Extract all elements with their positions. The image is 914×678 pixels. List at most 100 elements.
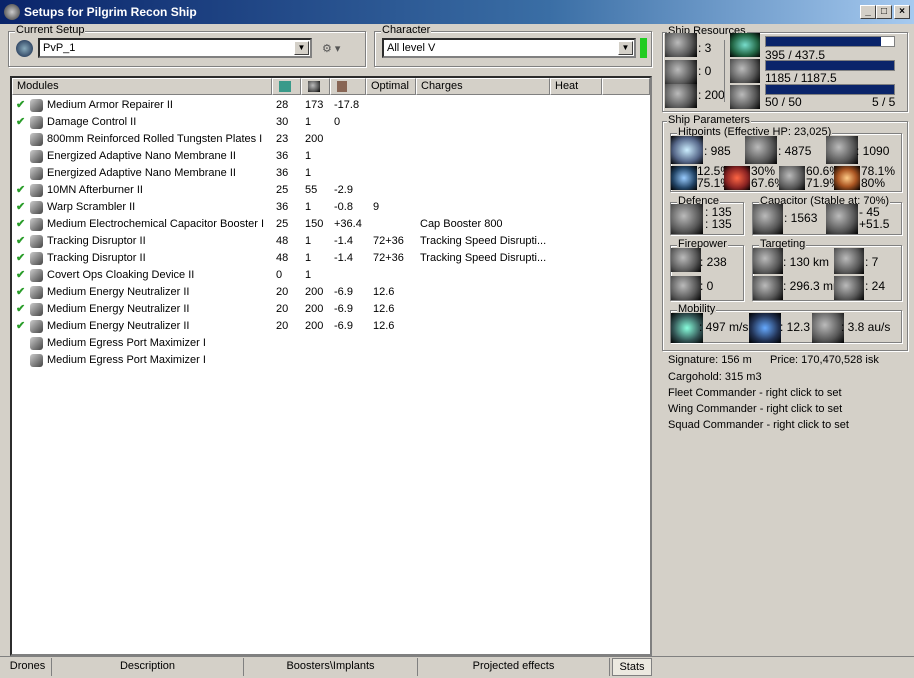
dps-value: : 238 [700, 255, 727, 269]
kinetic-resist-icon [779, 166, 805, 190]
module-row[interactable]: Energized Adaptive Nano Membrane II 36 1 [12, 165, 650, 182]
tab-projected-effects[interactable]: Projected effects [418, 658, 610, 676]
group-label: Character [381, 24, 432, 36]
module-row[interactable]: ✔ Damage Control II 30 1 0 [12, 114, 650, 131]
module-cpu: 0 [276, 269, 283, 281]
module-cpu: 28 [276, 99, 289, 111]
module-capacitor: -0.8 [334, 201, 353, 213]
module-capacitor: -6.9 [334, 320, 353, 332]
module-row[interactable]: Medium Egress Port Maximizer I [12, 352, 650, 369]
character-value: All level V [387, 42, 436, 54]
module-optimal: 12.6 [373, 303, 395, 315]
setup-menu-button[interactable]: ⚙ ▾ [322, 42, 352, 56]
module-icon [30, 133, 43, 146]
divider [724, 40, 725, 102]
module-powergrid: 1 [305, 269, 312, 281]
module-capacitor: 0 [334, 116, 341, 128]
module-charges: Tracking Speed Disrupti... [420, 252, 547, 264]
col-powergrid[interactable] [301, 78, 330, 95]
module-optimal: 12.6 [373, 286, 395, 298]
calibration-value: 50 / 50 [765, 95, 802, 109]
group-label: Ship Parameters [667, 114, 751, 126]
check-icon: ✔ [16, 269, 26, 281]
module-capacitor: -2.9 [334, 184, 353, 196]
module-row[interactable]: ✔ Medium Armor Repairer II 28 173 -17.8 [12, 97, 650, 114]
module-icon [30, 201, 43, 214]
module-name: Medium Electrochemical Capacitor Booster… [47, 218, 265, 230]
module-row[interactable]: ✔ Medium Energy Neutralizer II 20 200 -6.9 12… [12, 284, 650, 301]
module-row[interactable]: Medium Egress Port Maximizer I [12, 335, 650, 352]
module-name: 800mm Reinforced Rolled Tungsten Plates … [47, 133, 263, 145]
module-row[interactable]: ✔ Medium Energy Neutralizer II 20 200 -6.9 12… [12, 318, 650, 335]
module-row[interactable]: Energized Adaptive Nano Membrane II 36 1 [12, 148, 650, 165]
capacitor-icon [753, 204, 783, 234]
module-row[interactable]: ✔ 10MN Afterburner II 25 55 -2.9 [12, 182, 650, 199]
module-cpu: 36 [276, 167, 289, 179]
module-row[interactable]: ✔ Tracking Disruptor II 48 1 -1.4 72+36 Tracki… [12, 233, 650, 250]
module-row[interactable]: 800mm Reinforced Rolled Tungsten Plates … [12, 131, 650, 148]
col-charges[interactable]: Charges [416, 78, 550, 95]
signature: Signature: 156 m [668, 354, 752, 366]
maximize-button[interactable]: □ [876, 5, 892, 19]
defence-values: : 135: 135 [705, 206, 732, 230]
module-name: 10MN Afterburner II [47, 184, 143, 196]
module-row[interactable]: ✔ Tracking Disruptor II 48 1 -1.4 72+36 Tracki… [12, 250, 650, 267]
module-row[interactable]: ✔ Covert Ops Cloaking Device II 0 1 [12, 267, 650, 284]
chevron-down-icon[interactable]: ▼ [294, 41, 309, 55]
module-capacitor: -17.8 [334, 99, 360, 111]
module-cpu: 20 [276, 303, 289, 315]
module-row[interactable]: ✔ Warp Scrambler II 36 1 -0.8 9 [12, 199, 650, 216]
character-select[interactable]: All level V ▼ [382, 38, 636, 58]
module-icon [30, 99, 43, 112]
check-icon: ✔ [16, 184, 26, 196]
module-powergrid: 1 [305, 201, 312, 213]
check-icon: ✔ [16, 235, 26, 247]
defence-2: : 135 [705, 217, 732, 231]
module-icon [30, 252, 43, 265]
setup-select[interactable]: PvP_1 ▼ [38, 38, 312, 58]
module-row[interactable]: ✔ Medium Energy Neutralizer II 20 200 -6.9 12… [12, 301, 650, 318]
modules-list[interactable]: Modules Optimal Charges Heat ✔ Medium Arm… [10, 76, 652, 656]
drone-bay-icon [665, 84, 697, 108]
chevron-down-icon[interactable]: ▼ [618, 41, 633, 55]
rig-slots: 5 / 5 [872, 95, 896, 109]
tab-drones[interactable]: Drones [4, 658, 52, 676]
cpu-bar [765, 36, 895, 47]
module-name: Medium Energy Neutralizer II [47, 303, 190, 315]
module-powergrid: 55 [305, 184, 318, 196]
module-row[interactable]: ✔ Medium Electrochemical Capacitor Booste… [12, 216, 650, 233]
module-icon [30, 303, 43, 316]
max-targets: : 7 [865, 255, 879, 269]
target-range-icon [753, 248, 783, 274]
scan-resolution-icon [753, 276, 783, 300]
explosive-resists: 78.1% 80% [861, 165, 895, 189]
armor-icon [745, 136, 777, 164]
col-capacitor[interactable] [330, 78, 366, 95]
col-optimal[interactable]: Optimal [366, 78, 416, 95]
col-heat[interactable]: Heat [550, 78, 602, 95]
help-icon[interactable] [16, 40, 33, 57]
minimize-button[interactable]: _ [860, 5, 876, 19]
shield-hp: : 985 [704, 144, 731, 158]
module-icon [30, 354, 43, 367]
col-cpu[interactable] [272, 78, 301, 95]
squad-commander[interactable]: Squad Commander - right click to set [668, 419, 849, 431]
tab-description[interactable]: Description [52, 658, 244, 676]
module-name: Medium Egress Port Maximizer I [47, 337, 206, 349]
thermal-resist-icon [724, 166, 750, 190]
powergrid-icon [730, 59, 760, 83]
module-icon [30, 218, 43, 231]
col-modules[interactable]: Modules [12, 78, 272, 95]
app-icon [4, 4, 20, 20]
module-cpu: 20 [276, 320, 289, 332]
powergrid-value: 1185 / 1187.5 [765, 71, 837, 85]
close-button[interactable]: × [894, 5, 910, 19]
module-optimal: 72+36 [373, 235, 404, 247]
wing-commander[interactable]: Wing Commander - right click to set [668, 403, 842, 415]
tab-stats[interactable]: Stats [612, 658, 652, 676]
tab-boosters-implants[interactable]: Boosters\Implants [244, 658, 418, 676]
check-icon: ✔ [16, 303, 26, 315]
powergrid-icon [308, 81, 320, 92]
turret-slots: : 3 [698, 41, 712, 55]
fleet-commander[interactable]: Fleet Commander - right click to set [668, 387, 842, 399]
